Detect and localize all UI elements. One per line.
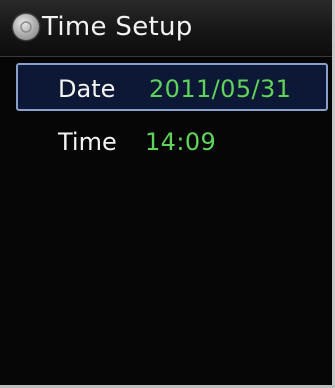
date-value: 2011/05/31 xyxy=(149,75,292,103)
device-screen: Time Setup Date 2011/05/31 Time 14:09 xyxy=(0,0,335,388)
time-value: 14:09 xyxy=(145,128,217,156)
menu-item-time[interactable]: Time 14:09 xyxy=(16,118,328,166)
date-label: Date xyxy=(58,75,116,103)
page-title: Time Setup xyxy=(42,12,193,42)
time-label: Time xyxy=(58,128,117,156)
settings-icon xyxy=(13,14,39,40)
menu-item-date[interactable]: Date 2011/05/31 xyxy=(16,63,328,111)
title-bar: Time Setup xyxy=(0,0,332,57)
